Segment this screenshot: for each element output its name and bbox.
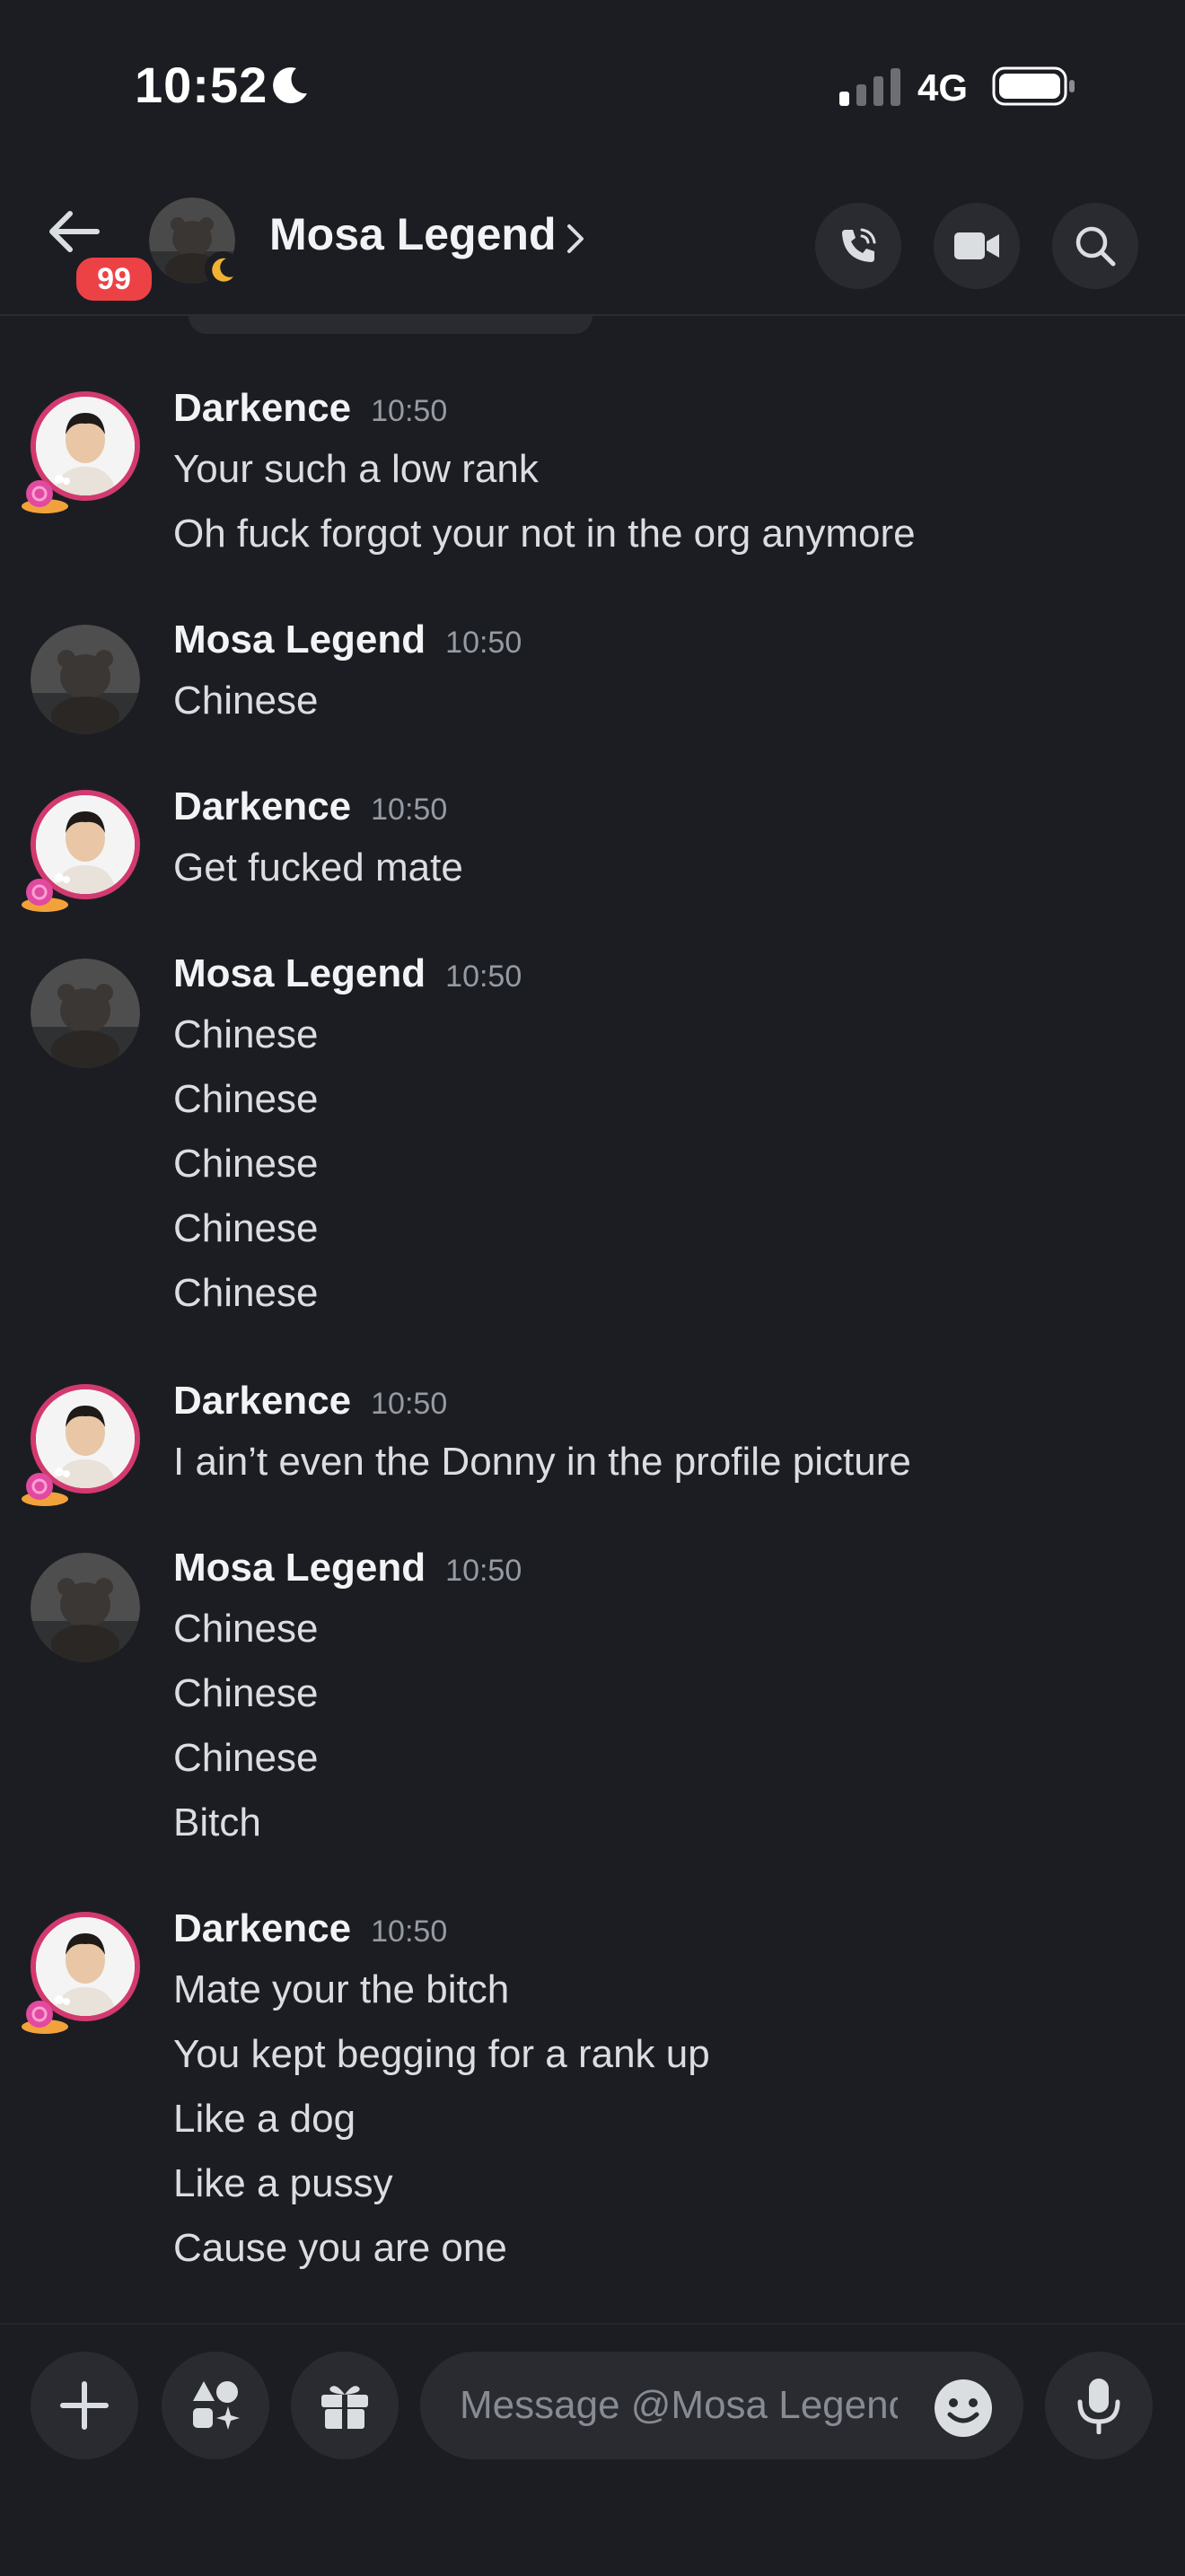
arrow-left-icon <box>49 211 100 252</box>
message-timestamp: 10:50 <box>445 959 522 994</box>
message-timestamp: 10:50 <box>371 793 448 827</box>
message-text: I ain’t even the Donny in the profile pi… <box>173 1440 911 1484</box>
message-author[interactable]: Darkence 10:50 <box>173 1379 447 1424</box>
message-text: Like a dog <box>173 2097 356 2141</box>
snail-decoration-icon <box>22 1995 70 2034</box>
network-type: 4G <box>917 66 969 109</box>
status-bar: 10:52 4G <box>0 0 1185 171</box>
author-name: Darkence <box>173 1906 352 1950</box>
battery-icon <box>992 66 1075 106</box>
chevron-right-icon[interactable] <box>564 221 587 257</box>
status-time: 10:52 <box>135 57 268 113</box>
microphone-icon <box>1077 2379 1120 2434</box>
voice-message-button[interactable] <box>1045 2352 1153 2459</box>
unread-badge: 99 <box>72 253 156 305</box>
message-timestamp: 10:50 <box>371 1914 448 1949</box>
message-text: Chinese <box>173 1206 319 1250</box>
message-text: Chinese <box>173 1271 319 1315</box>
message-timestamp: 10:50 <box>445 1554 522 1588</box>
search-button[interactable] <box>1052 203 1138 289</box>
apps-icon <box>193 2381 240 2430</box>
message-text: Cause you are one <box>173 2226 507 2270</box>
author-name: Darkence <box>173 1379 352 1423</box>
message-timestamp: 10:50 <box>371 394 448 428</box>
message-text: Mate your the bitch <box>173 1967 510 2011</box>
message-text: Oh fuck forgot your not in the org anymo… <box>173 512 916 556</box>
avatar[interactable] <box>31 625 140 734</box>
message-text: Chinese <box>173 1142 319 1186</box>
search-icon <box>1075 226 1116 267</box>
message-text: You kept begging for a rank up <box>173 2032 710 2076</box>
message-text: Like a pussy <box>173 2161 393 2205</box>
message-author[interactable]: Mosa Legend 10:50 <box>173 618 522 662</box>
emoji-icon[interactable] <box>934 2379 993 2438</box>
gift-icon <box>321 2386 368 2429</box>
attach-button[interactable] <box>31 2352 138 2459</box>
snail-decoration-icon <box>22 1468 70 1506</box>
message-text: Get fucked mate <box>173 846 463 889</box>
message-text: Chinese <box>173 679 319 723</box>
channel-title[interactable]: Mosa Legend <box>269 208 556 260</box>
apps-button[interactable] <box>162 2352 269 2459</box>
message-text: Your such a low rank <box>173 447 539 491</box>
message-composer <box>0 2323 1185 2576</box>
plus-icon <box>60 2381 109 2430</box>
new-messages-pill <box>189 316 592 334</box>
avatar[interactable] <box>31 959 140 1068</box>
author-name: Darkence <box>173 784 352 828</box>
video-camera-icon <box>954 232 999 259</box>
message-text: Chinese <box>173 1671 319 1715</box>
message-author[interactable]: Mosa Legend 10:50 <box>173 1546 522 1590</box>
video-call-button[interactable] <box>934 203 1020 289</box>
author-name: Mosa Legend <box>173 618 426 662</box>
message-text: Chinese <box>173 1012 319 1056</box>
message-text: Chinese <box>173 1077 319 1121</box>
idle-status-indicator <box>205 251 241 287</box>
message-text: Chinese <box>173 1736 319 1780</box>
author-name: Darkence <box>173 386 352 430</box>
snail-decoration-icon <box>22 873 70 912</box>
gift-button[interactable] <box>291 2352 399 2459</box>
moon-icon <box>273 67 307 104</box>
cellular-signal-icon <box>839 68 900 106</box>
message-text: Chinese <box>173 1607 319 1651</box>
chat-header: 99 Mosa Legend <box>0 171 1185 316</box>
message-timestamp: 10:50 <box>445 626 522 660</box>
message-timestamp: 10:50 <box>371 1387 448 1421</box>
message-author[interactable]: Darkence 10:50 <box>173 784 447 829</box>
moon-icon <box>212 258 233 282</box>
message-author[interactable]: Darkence 10:50 <box>173 386 447 431</box>
avatar[interactable] <box>31 1553 140 1662</box>
phone-icon <box>842 228 876 262</box>
message-author[interactable]: Mosa Legend 10:50 <box>173 951 522 996</box>
message-text: Bitch <box>173 1801 261 1844</box>
message-author[interactable]: Darkence 10:50 <box>173 1906 447 1951</box>
snail-decoration-icon <box>22 475 70 513</box>
author-name: Mosa Legend <box>173 1546 426 1590</box>
author-name: Mosa Legend <box>173 951 426 995</box>
voice-call-button[interactable] <box>815 203 901 289</box>
